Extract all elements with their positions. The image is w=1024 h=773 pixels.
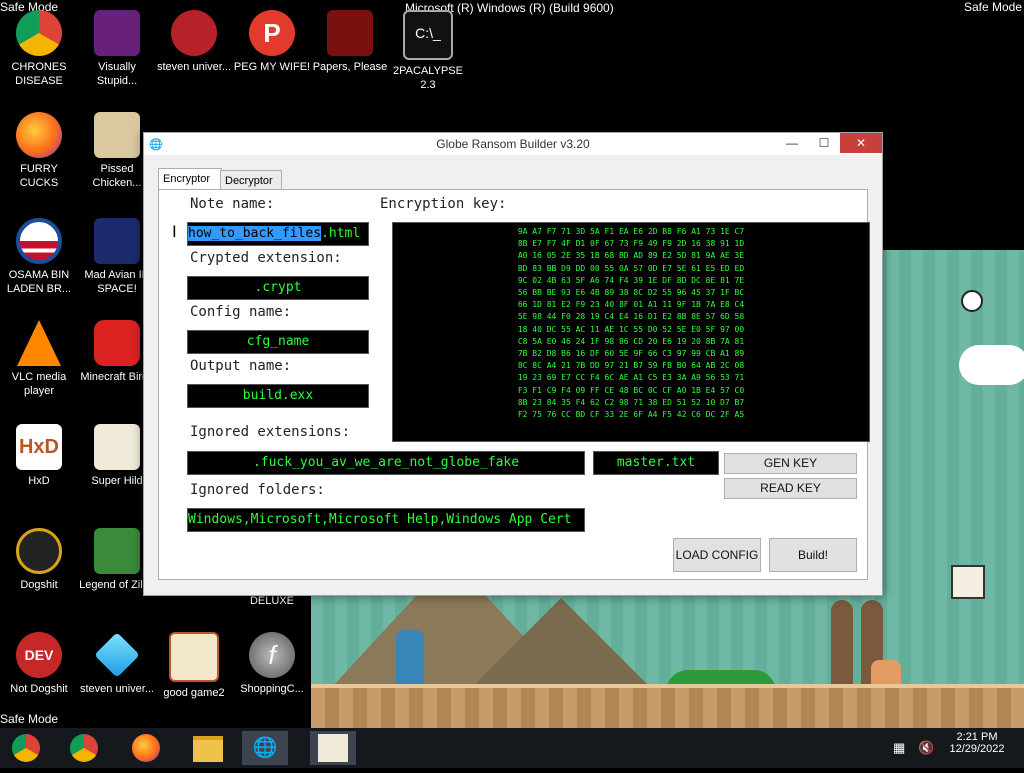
taskbar-globe-builder-icon[interactable]: 🌐 <box>242 731 288 765</box>
note-name-input[interactable]: how_to_back_files.html <box>187 222 369 246</box>
note-name-selected-text: how_to_back_files <box>188 226 322 241</box>
good-game-icon <box>169 632 219 682</box>
hxd-icon: HxD <box>16 424 62 470</box>
super-hild-icon <box>94 424 140 470</box>
encryption-key-line: A0 16 05 2E 35 1B 68 BD AD 89 E2 5D 81 9… <box>517 251 745 261</box>
encryption-key-line: 5E 98 44 F0 28 19 C4 E4 16 D1 E2 8B 8E 5… <box>517 312 745 322</box>
taskbar-firefox-icon[interactable] <box>126 731 166 765</box>
pissed-chicken-icon <box>94 112 140 158</box>
encryption-key-line: 18 40 DC 55 AC 11 AE 1C 55 D0 52 5E E0 5… <box>517 324 745 334</box>
window-title: Globe Ransom Builder v3.20 <box>436 137 590 151</box>
volume-muted-icon[interactable]: 🔇 <box>918 740 934 756</box>
encryption-key-line: C8 5A E0 46 24 1F 98 86 CD 20 E6 19 20 8… <box>517 336 745 346</box>
firefox-icon <box>16 112 62 158</box>
close-button[interactable]: ✕ <box>840 133 882 153</box>
desktop-icon-2pacalypse[interactable]: C:\_ 2PACALYPSE 2.3 <box>389 10 467 92</box>
desktop-icon-dogshit[interactable]: Dogshit <box>0 528 78 592</box>
taskbar-chrome-icon[interactable] <box>64 731 104 765</box>
vlc-icon <box>17 320 61 366</box>
encryption-key-line: 8B E7 F7 4F D1 0F 67 73 F9 49 F9 2D 16 3… <box>517 239 745 249</box>
clock-date: 12/29/2022 <box>949 743 1005 755</box>
minimize-button[interactable]: — <box>776 133 808 153</box>
gen-key-button[interactable]: GEN KEY <box>724 453 857 474</box>
encryption-key-line: 7B B2 D8 B6 16 DF 60 5E 9F 66 C3 97 99 C… <box>517 349 745 359</box>
desktop-icon-furry-cucks[interactable]: FURRY CUCKS <box>0 112 78 190</box>
master-file-input[interactable]: master.txt <box>593 451 719 475</box>
clock-time: 2:21 PM <box>956 731 998 743</box>
visual-studio-icon <box>94 10 140 56</box>
desktop-icon-osama-bin-laden[interactable]: OSAMA BIN LADEN BR... <box>0 218 78 296</box>
flash-icon: f <box>249 632 295 678</box>
encryption-key-line: 8C 8C A4 21 7B DD 97 21 B7 59 FB B0 64 A… <box>517 361 745 371</box>
output-name-label: Output name: <box>190 358 292 374</box>
desktop-icon-peggle[interactable]: P PEG MY WIFE! <box>233 10 311 74</box>
diamond-icon <box>94 632 140 678</box>
note-name-label: Note name: <box>190 196 275 212</box>
encryption-key-line: 8B 23 84 35 F4 62 C2 98 71 38 ED 51 52 1… <box>517 397 745 407</box>
encryption-key-line: F3 F1 C9 F4 09 FF CE 48 BC 0C CF A0 1B E… <box>517 385 745 395</box>
encryptor-panel: Note name: how_to_back_files.html Crypte… <box>158 189 870 580</box>
desktop-icon-steven-universe[interactable]: steven univer... <box>155 10 233 74</box>
desktop-icon-steven-universe-2[interactable]: steven univer... <box>78 632 156 696</box>
config-name-input[interactable]: cfg_name <box>187 330 369 354</box>
load-config-button[interactable]: LOAD CONFIG <box>673 538 761 572</box>
encryption-key-line: 9C 02 4B 63 5F A6 74 F4 39 1E DF 8D DC 8… <box>517 275 745 285</box>
ignored-extensions-input[interactable]: .fuck_you_av_we_are_not_globe_fake <box>187 451 585 475</box>
peggle-icon: P <box>249 10 295 56</box>
desktop-icon-vlc[interactable]: VLC media player <box>0 320 78 398</box>
zelda-icon <box>94 528 140 574</box>
network-icon[interactable]: ▦ <box>893 740 905 756</box>
desktop-icon-visual-studio[interactable]: Visually Stupid... <box>78 10 156 88</box>
start-chrome-icon[interactable] <box>6 731 46 765</box>
safe-mode-label-bottom-left: Safe Mode <box>0 712 59 726</box>
encryption-key-label: Encryption key: <box>380 196 507 212</box>
player-character <box>396 630 424 690</box>
note-name-extension-text: .html <box>321 226 361 241</box>
encryption-key-line: 56 BB BE 93 E6 4B 89 38 8C D2 55 96 45 3… <box>517 288 745 298</box>
encryption-key-line: 9A A7 F7 71 3D 5A F1 EA E6 2D B8 F6 A1 7… <box>517 227 745 236</box>
encryption-key-box[interactable]: 9A A7 F7 71 3D 5A F1 EA E6 2D B8 F6 A1 7… <box>392 222 870 442</box>
angry-birds-icon <box>94 320 140 366</box>
chrome-icon <box>16 10 62 56</box>
desktop-icon-deluxe[interactable]: DELUXE <box>233 594 311 608</box>
desktop-icon-shopping[interactable]: f ShoppingC... <box>233 632 311 696</box>
text-cursor-icon: I <box>172 222 177 241</box>
cmd-icon: C:\_ <box>403 10 453 60</box>
desktop-icon-chrones-disease[interactable]: CHRONES DISEASE <box>0 10 78 88</box>
clock-icon <box>961 290 983 312</box>
steven-universe-icon <box>171 10 217 56</box>
clock[interactable]: 2:21 PM 12/29/2022 <box>940 731 1014 755</box>
encryption-key-line: 66 1D 81 E2 F9 23 40 8F 01 A1 11 9F 1B 7… <box>517 300 745 310</box>
encryption-key-line: 19 23 69 E7 CC F4 6C AE A1 C5 E3 3A A9 5… <box>517 373 745 383</box>
read-key-button[interactable]: READ KEY <box>724 478 857 499</box>
dogshit-icon <box>16 528 62 574</box>
output-name-input[interactable]: build.exx <box>187 384 369 408</box>
ignored-extensions-label: Ignored extensions: <box>190 424 351 440</box>
smiling-block <box>951 565 985 599</box>
encryption-key-line: BD 83 BB D9 DD 00 55 0A 57 0D E7 5E 61 E… <box>517 263 745 273</box>
taskbar-file-explorer-icon[interactable] <box>188 731 228 765</box>
ignored-folders-input[interactable]: Windows,Microsoft,Microsoft Help,Windows… <box>187 508 585 532</box>
crypted-extension-label: Crypted extension: <box>190 250 342 266</box>
desktop-icon-papers-please[interactable]: Papers, Please <box>311 10 389 74</box>
safe-mode-label-top-right: Safe Mode <box>963 0 1022 14</box>
obama-logo-icon <box>16 218 62 264</box>
papers-please-icon <box>327 10 373 56</box>
title-bar[interactable]: 🌐 Globe Ransom Builder v3.20 — ☐ ✕ <box>144 133 882 155</box>
angry-birds-space-icon <box>94 218 140 264</box>
config-name-label: Config name: <box>190 304 292 320</box>
desktop-icon-hxd[interactable]: HxD HxD <box>0 424 78 488</box>
desktop-icon-good-game2[interactable]: good game2 <box>155 632 233 700</box>
ignored-folders-label: Ignored folders: <box>190 482 325 498</box>
devcpp-icon: DEV <box>16 632 62 678</box>
maximize-button[interactable]: ☐ <box>808 133 840 153</box>
build-button[interactable]: Build! <box>769 538 857 572</box>
taskbar: 🌐 ▦ 🔇 2:21 PM 12/29/2022 <box>0 728 1024 768</box>
taskbar-game-icon[interactable] <box>310 731 356 765</box>
globe-ransom-builder-window: 🌐 Globe Ransom Builder v3.20 — ☐ ✕ Encry… <box>143 132 883 596</box>
crypted-extension-input[interactable]: .crypt <box>187 276 369 300</box>
desktop-icon-not-dogshit[interactable]: DEV Not Dogshit <box>0 632 78 696</box>
encryption-key-line: F2 75 76 CC BD CF 33 2E 6F A4 F5 42 C6 D… <box>517 410 745 420</box>
